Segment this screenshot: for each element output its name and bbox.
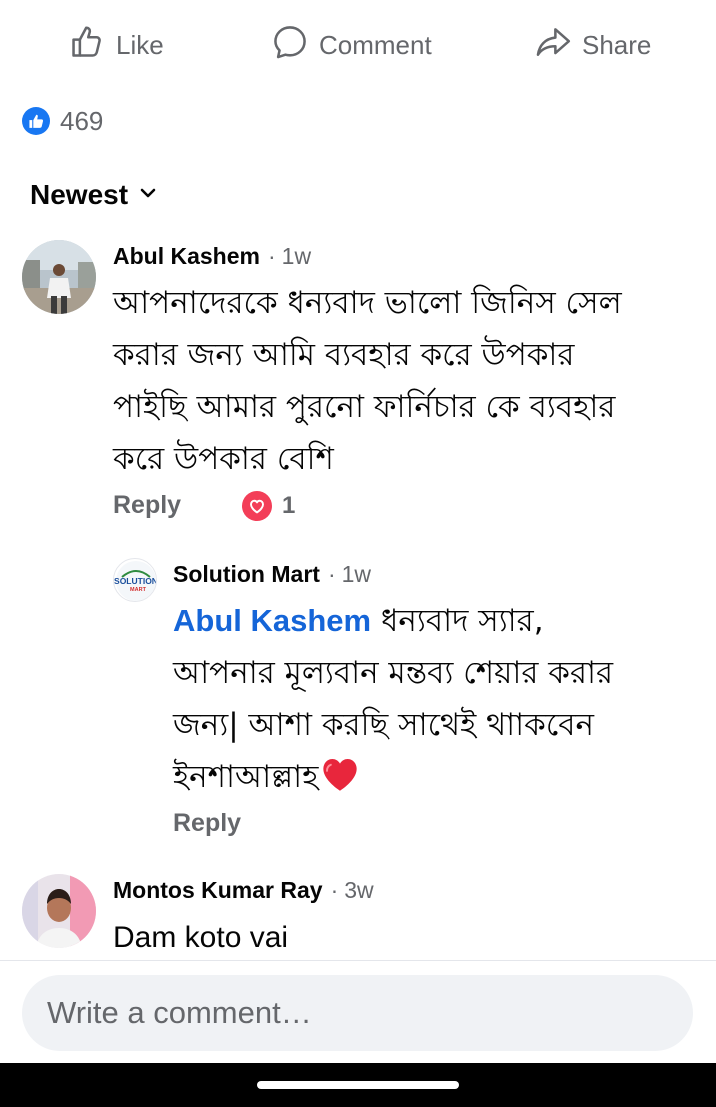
page-avatar[interactable]: SOLUTION MART <box>113 558 157 602</box>
comment-input[interactable] <box>22 975 693 1051</box>
reply-header: Solution Mart · 1w <box>173 561 371 588</box>
reaction-summary[interactable]: 469 <box>22 104 103 138</box>
reply-body: Abul Kashem ধন্যবাদ স্যার, আপনার মূল্যবা… <box>173 595 613 809</box>
heart-icon <box>242 491 272 521</box>
comment-sort-dropdown[interactable]: Newest <box>30 174 158 216</box>
comment-body: আপনাদেরকে ধন্যবাদ ভালো জিনিস সেল করার জন… <box>113 277 622 485</box>
share-label: Share <box>582 29 652 60</box>
comment-timestamp[interactable]: 1w <box>282 243 311 270</box>
reply-text-segment: ইনশাআল্লাহ <box>173 759 319 795</box>
reply-text-segment: ধন্যবাদ স্যার, <box>371 603 544 639</box>
mention-link[interactable]: Abul Kashem <box>173 603 371 638</box>
sort-label: Newest <box>30 179 129 210</box>
reply-button[interactable]: Reply <box>113 491 181 520</box>
home-indicator[interactable] <box>257 1081 459 1089</box>
separator-dot: · <box>267 243 276 269</box>
reply-button[interactable]: Reply <box>173 809 241 838</box>
avatar[interactable] <box>22 240 96 314</box>
reaction-count: 469 <box>60 105 104 136</box>
comment-author[interactable]: Montos Kumar Ray <box>113 877 323 904</box>
reply-text-line: ইনশাআল্লাহ <box>173 751 613 809</box>
chevron-down-icon <box>128 183 158 208</box>
comment-body: Dam koto vai <box>113 912 288 964</box>
thumbs-up-icon <box>22 107 50 135</box>
system-navigation-bar <box>0 1063 716 1107</box>
comment-text-line: Dam koto vai <box>113 921 289 954</box>
like-button[interactable]: Like <box>68 24 164 66</box>
reply-text-line: আপনার মূল্যবান মন্তব্য শেয়ার করার <box>173 655 614 691</box>
comment-composer <box>0 960 716 1064</box>
comment-label: Comment <box>319 29 432 60</box>
comment-text-line: আপনাদেরকে ধন্যবাদ ভালো জিনিস সেল <box>113 285 622 321</box>
reaction-count: 1 <box>282 492 296 519</box>
separator-dot: · <box>327 561 336 587</box>
avatar-logo-text: SOLUTION <box>114 576 157 586</box>
comment-header: Montos Kumar Ray · 3w <box>113 877 374 904</box>
thumbs-up-icon <box>68 23 116 68</box>
avatar[interactable] <box>22 874 96 948</box>
reply-text-line: জন্য| আশা করছি সাথেই থাাকবেন <box>173 707 595 743</box>
reply-timestamp[interactable]: 1w <box>342 561 371 588</box>
reply-text-line: Abul Kashem ধন্যবাদ স্যার, <box>173 595 613 647</box>
comment-author[interactable]: Abul Kashem <box>113 243 260 270</box>
post-action-bar: Like Comment Share <box>0 0 716 90</box>
comment-bubble-icon <box>271 23 319 68</box>
red-heart-icon <box>320 755 360 809</box>
share-button[interactable]: Share <box>534 24 651 66</box>
like-label: Like <box>116 29 164 60</box>
reply-author[interactable]: Solution Mart <box>173 561 320 588</box>
share-arrow-icon <box>534 23 582 68</box>
comment-reaction[interactable]: 1 <box>242 491 295 521</box>
comment-timestamp[interactable]: 3w <box>344 877 373 904</box>
avatar-logo-subtext: MART <box>130 587 147 593</box>
comment-text-line: করে উপকার বেশি <box>113 441 334 477</box>
comment-text-line: পাইছি আমার পুরনো ফার্নিচার কে ব্যবহার <box>113 389 616 425</box>
separator-dot: · <box>330 877 339 903</box>
comment-header: Abul Kashem · 1w <box>113 243 311 270</box>
comment-text-line: করার জন্য আমি ব্যবহার করে উপকার <box>113 337 575 373</box>
comment-button[interactable]: Comment <box>271 24 432 66</box>
